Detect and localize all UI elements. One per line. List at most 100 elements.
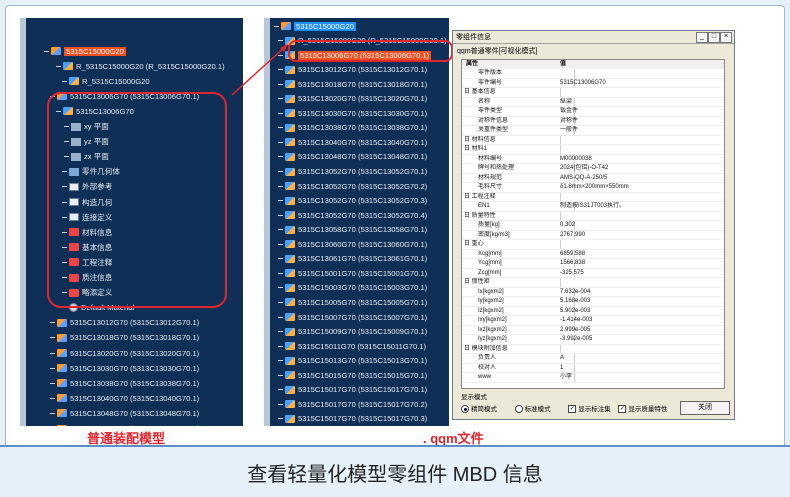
property-row[interactable]: Iyz[kgxm2] -3.992e-005 [462,335,724,345]
qqm-tree-item[interactable]: 5315C15005G70 (5315C15005G70.1) [278,295,427,309]
left-tree-label: 5315C13030G70 (5313C13030G70.1) [70,363,200,373]
maximize-icon[interactable]: □ [708,32,720,43]
property-row[interactable]: 材料编号 M00000038 [462,154,724,165]
property-row[interactable]: 日 重心 [462,240,724,250]
left-tree-item[interactable]: R_5315C15000G20 (R_5315C15000G20.1) [56,59,225,73]
qqm-tree-item[interactable]: 5315C13020G70 (5315C13020G70.1) [278,92,427,106]
grid-header: 属性 值 [462,60,724,70]
property-row[interactable]: 日 模块附加信息 [462,344,724,355]
property-row[interactable]: Zcg[mm] -325.575 [462,268,724,279]
close-icon[interactable]: × [720,32,732,43]
left-tree-item[interactable]: R_5315C15000G20 [62,74,150,88]
property-row[interactable]: Ycg[mm] 1566.838 [462,259,724,269]
left-tree-item[interactable]: 5315C13040G70 (5315C13040G70.1) [50,391,199,405]
property-name: 校对人 [462,363,575,373]
property-value: 1566.838 [560,260,586,267]
property-row[interactable]: 零件版本 [462,69,724,79]
property-row[interactable]: 日 惯性矩 [462,278,724,288]
property-value: 钣金件 [560,108,579,115]
property-row[interactable]: Ixz[kgxm2] 2.999e-005 [462,325,724,336]
tree-connector [44,50,49,52]
qqm-tree-item[interactable]: 5315C13018G70 (5315C13018G70.1) [278,77,427,91]
left-tree-item[interactable]: 5315C13030G70 (5313C13030G70.1) [50,361,199,375]
left-tree-label: 5315C13038G70 (5315C13038G70.1) [70,378,200,388]
qqm-tree-item[interactable]: 5315C15011G70 (5315C15011G70.1) [278,339,426,353]
property-row[interactable]: 毛料尺寸 δ1.8mm×200mm×550mm [462,183,724,193]
left-tree-item[interactable]: 5315C13020G70 (5315C13020G70.1) [50,346,199,360]
qqm-tree-item[interactable]: 5315C13052G70 (5315C13052G70.4) [278,208,427,222]
left-tree-item[interactable]: 5315C15000G20 [44,44,126,58]
left-tree-label: R_5315C15000G20 [82,76,150,86]
qqm-tree-item[interactable]: 5315C15007G70 (5315C15007G70.1) [278,310,427,324]
display-mode-label: 显示模式 [461,394,487,401]
property-row[interactable]: 质量[kg] 0.302 [462,221,724,231]
property-row[interactable]: www 小李 [462,373,724,383]
qqm-tree-item[interactable]: 5315C13038G70 (5315C13038G70.1) [278,121,427,135]
qqm-tree-item[interactable]: 5315C13012G70 (5315C13012G70.1) [278,63,427,77]
property-row[interactable]: 日 材料1 [462,145,724,155]
qqm-tree-item[interactable]: 5315C15013G70 (5315C15013G70.1) [278,354,427,368]
tree-connector [278,185,283,187]
qqm-tree-item[interactable]: 5315C13061G70 (5315C13061G70.1) [278,252,427,266]
qqm-tree-item[interactable]: 5315C13052G70 (5315C13052G70.1) [278,165,427,179]
qqm-tree-item[interactable]: 5315C13058G70 (5315C13058G70.1) [278,223,427,237]
property-row[interactable]: Iz[kgxm2] 5.902e-003 [462,306,724,317]
qqm-tree-item[interactable]: 5315C15000G20 [274,19,356,33]
radio-standard[interactable] [514,405,523,414]
left-scrollbar[interactable] [20,18,26,426]
highlight-left [47,92,227,308]
left-tree-item[interactable]: 5315C13048G70 (5315C13048G70.1) [50,406,199,420]
part-node-icon [285,182,295,191]
qqm-tree-item[interactable]: 5315C15017G70 (5315C15017G70.2) [278,397,427,411]
minimize-icon[interactable]: _ [696,32,708,43]
qqm-tree-item[interactable]: 5315C13052G70 (5315C13052G70.3) [278,194,427,208]
qqm-tree-item[interactable]: 5315C13052G70 (5315C13052G70.2) [278,179,427,193]
property-row[interactable]: 密度[kg/m3] 2767.990 [462,230,724,241]
qqm-tree-item[interactable]: 5315C15009G70 (5315C15009G70.1) [278,325,427,339]
left-tree-item[interactable]: 5315C13018G70 (5315C13018G70.1) [50,331,199,345]
qqm-tree-item[interactable]: 5315C15003G70 (5315C15003G70.1) [278,281,427,295]
radio-precise[interactable] [461,405,469,414]
property-row[interactable]: 牌号和热处理 2024(包铝)-O-T42 [462,164,724,174]
property-row[interactable]: 关重件类型 一般件 [462,126,724,136]
checkbox-annot[interactable]: ✓ [568,405,577,414]
property-row[interactable]: 日 工程注释 [462,192,724,203]
qqm-tree-item[interactable]: 5315C13040G70 (5315C13040G70.1) [278,135,427,149]
property-row[interactable]: Ixy[kgxm2] -1.414e-003 [462,316,724,326]
property-row[interactable]: 日 质量特性 [462,211,724,222]
tree-connector [50,337,55,339]
property-value: 5.902e-003 [560,307,591,314]
property-row[interactable]: 校对人 1 [462,363,724,374]
qqm-tree-item[interactable]: 5315C13048G70 (5315C13048G70.1) [278,150,427,164]
qqm-tree-item[interactable]: 5315C13030G70 (5315C13030G70.1) [278,106,427,120]
qqm-tree-item[interactable]: 5315C15017G70 (5315C15017G70.3) [278,412,427,426]
property-value [560,240,722,248]
property-row[interactable]: 零件编号 5315C13006G70 [462,78,724,89]
property-row[interactable]: Ix[kgxm2] 7.632e-004 [462,287,724,298]
property-row[interactable]: EN1 制造按IS31JT003执行。 [462,202,724,212]
property-row[interactable]: 对称件信息 对称件 [462,116,724,127]
tree-connector [278,403,283,405]
qqm-tree-item[interactable]: 5315C15001G70 (5315C15001G70.1) [278,266,427,280]
property-name: 名称 [462,97,575,107]
asm-node-icon [57,409,67,418]
property-row[interactable]: 材料规范 AMS-QQ-A-250/5 [462,173,724,184]
property-row[interactable]: Xcg[mm] 6859.588 [462,249,724,260]
qqm-tree-item[interactable]: 5315C15017G70 (5315C15017G70.1) [278,383,427,397]
left-tree-item[interactable]: 5315C13052G70 (5315C13052G70.1) [50,422,199,426]
dialog-titlebar: 零组件信息 _ □ × [453,31,734,44]
property-row[interactable]: 零件类型 钣金件 [462,107,724,117]
property-row[interactable]: 日 基本信息 [462,88,724,98]
close-button[interactable]: 关闭 [680,401,730,415]
property-name: Xcg[mm] [462,249,575,259]
tree-connector [278,112,283,114]
property-row[interactable]: Iy[kgxm2] 5.168e-003 [462,297,724,307]
qqm-tree-item[interactable]: 5315C15015G70 (5315C15015G70.1) [278,368,427,382]
left-tree-item[interactable]: 5315C13012G70 (5315C13012G70.1) [50,316,199,330]
property-row[interactable]: 日 材料信息 [462,135,724,146]
left-tree-item[interactable]: 5315C13038G70 (5315C13038G70.1) [50,376,199,390]
property-row[interactable]: 负责人 A [462,354,724,364]
qqm-tree-item[interactable]: 5315C13060G70 (5315C13060G70.1) [278,237,427,251]
property-row[interactable]: 名称 纵梁 [462,97,724,108]
checkbox-mass[interactable]: ✓ [618,405,627,414]
